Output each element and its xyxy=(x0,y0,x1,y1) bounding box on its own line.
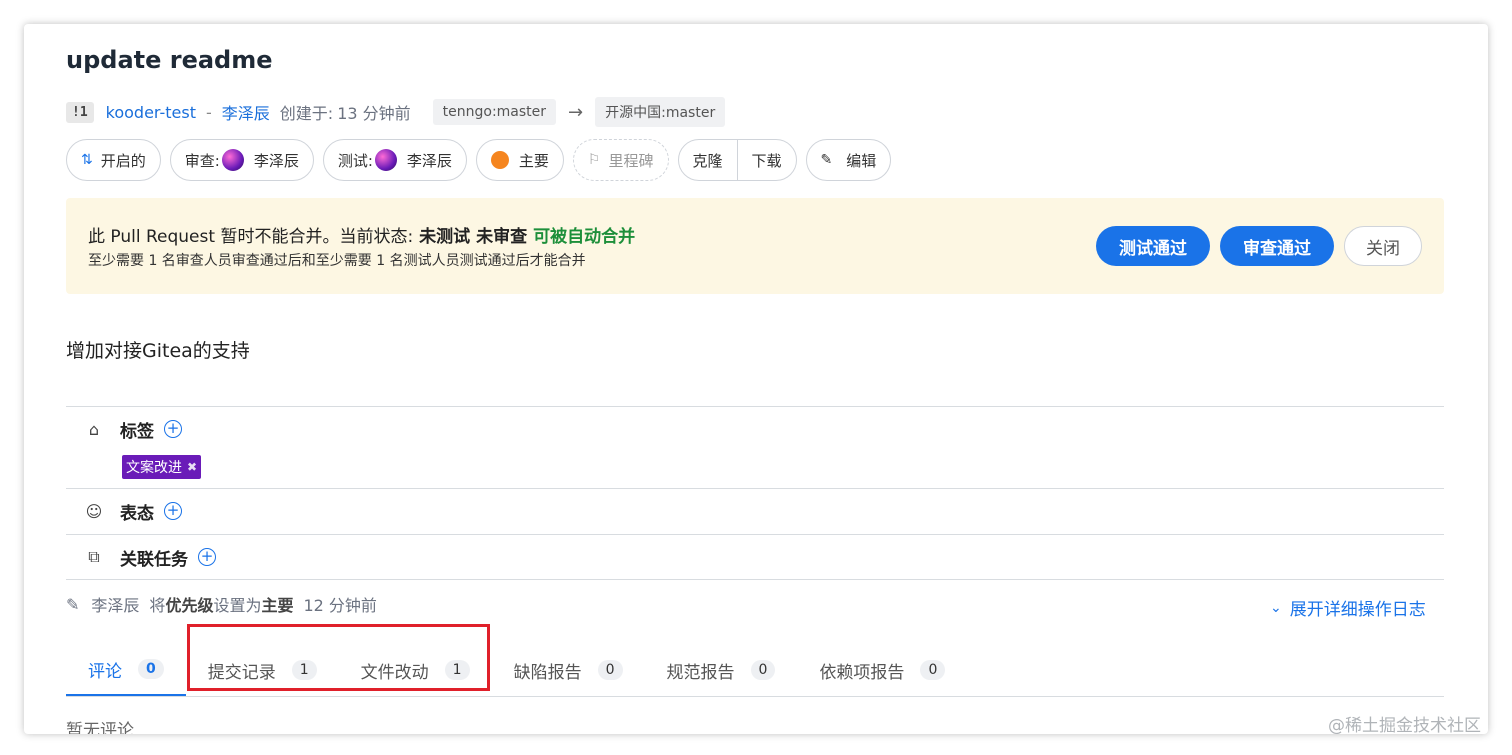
double-chevron-down-icon: ⌄ xyxy=(1270,599,1282,616)
tester-pill[interactable]: 测试: 李泽辰 xyxy=(322,139,467,181)
divider xyxy=(66,488,1444,489)
tester-name: 李泽辰 xyxy=(406,151,452,170)
label-tag[interactable]: 文案改进 ✖ xyxy=(122,455,202,479)
repo-link[interactable]: kooder-test xyxy=(106,103,196,122)
merge-requirement-text: 至少需要 1 名审查人员审查通过后和至少需要 1 名测试人员测试通过后才能合并 xyxy=(88,253,586,269)
tab-count: 0 xyxy=(138,659,164,679)
pr-page: update readme !1 kooder-test - 李泽辰 创建于: … xyxy=(24,24,1488,734)
tab-lint-reports[interactable]: 规范报告 0 xyxy=(645,644,798,696)
page-title: update readme xyxy=(66,46,273,74)
tag-icon: ⌂ xyxy=(88,419,100,439)
tab-count: 0 xyxy=(750,660,776,680)
created-time: 13 分钟前 xyxy=(337,104,411,123)
smiley-icon: ☺ xyxy=(85,501,103,521)
review-pass-button[interactable]: 审查通过 xyxy=(1220,226,1334,266)
status-auto-merge: 可被自动合并 xyxy=(533,227,636,247)
clone-download-group: 克隆 下载 xyxy=(677,139,797,181)
merge-status-prefix: 此 Pull Request 暂时不能合并。当前状态: xyxy=(88,227,414,247)
tab-label: 规范报告 xyxy=(666,662,735,683)
activity-time: 12 分钟前 xyxy=(303,596,377,615)
tab-label: 缺陷报告 xyxy=(513,662,582,683)
tab-label: 依赖项报告 xyxy=(819,662,905,683)
author-link[interactable]: 李泽辰 xyxy=(222,100,270,124)
related-tasks-title: 关联任务 xyxy=(120,549,188,570)
source-branch[interactable]: tenngo:master xyxy=(432,99,557,125)
highlight-box xyxy=(187,624,490,691)
edit-button[interactable]: ✎ 编辑 xyxy=(805,139,892,181)
tab-count: 0 xyxy=(920,660,946,680)
add-label-icon[interactable]: + xyxy=(164,420,182,438)
reviewer-avatar xyxy=(221,149,244,171)
edit-label: 编辑 xyxy=(846,151,877,170)
state-pill[interactable]: ⇅ 开启的 xyxy=(66,139,161,181)
meta-separator: - xyxy=(205,102,212,122)
activity-user[interactable]: 李泽辰 xyxy=(91,592,139,616)
target-branch[interactable]: 开源中国:master xyxy=(595,97,726,127)
divider xyxy=(66,406,1444,407)
remove-label-icon[interactable]: ✖ xyxy=(187,460,197,474)
close-pr-button[interactable]: 关闭 xyxy=(1344,226,1422,266)
activity-value: 主要 xyxy=(261,596,294,615)
tab-count: 0 xyxy=(597,660,623,680)
tester-label: 测试: xyxy=(337,151,373,170)
created-label: 创建于: xyxy=(279,104,334,123)
reactions-title: 表态 xyxy=(120,503,154,524)
pr-attribute-pills: ⇅ 开启的 审查: 李泽辰 测试: 李泽辰 主要 ⚐ 里程碑 克隆 下载 ✎ 编… xyxy=(66,139,892,181)
expand-log-link[interactable]: ⌄ 展开详细操作日志 xyxy=(1270,595,1426,621)
expand-log-label: 展开详细操作日志 xyxy=(1289,600,1426,620)
tester-avatar xyxy=(374,149,397,171)
priority-label: 主要 xyxy=(518,151,549,170)
tab-comments[interactable]: 评论 0 xyxy=(66,644,186,696)
download-button[interactable]: 下载 xyxy=(736,140,796,180)
activity-entry: ✎ 李泽辰 将 优先级 设置为 主要 12 分钟前 xyxy=(66,592,377,616)
add-reaction-icon[interactable]: + xyxy=(164,502,182,520)
status-unreviewed: 未审查 xyxy=(476,227,528,247)
add-related-task-icon[interactable]: + xyxy=(198,548,216,566)
status-untested: 未测试 xyxy=(419,227,471,247)
edit-icon: ✎ xyxy=(820,152,833,168)
reviewer-name: 李泽辰 xyxy=(253,151,299,170)
arrow-right-icon: → xyxy=(568,101,584,123)
merge-status-line: 此 Pull Request 暂时不能合并。当前状态: 未测试 未审查 可被自动合并 xyxy=(88,222,635,247)
link-icon: ⧉ xyxy=(88,547,100,566)
milestone-label: 里程碑 xyxy=(608,151,654,170)
related-tasks-section-header: ⧉ 关联任务 + xyxy=(82,544,216,570)
labels-title: 标签 xyxy=(120,421,154,442)
reactions-section-header: ☺ 表态 + xyxy=(82,498,182,524)
pencil-icon: ✎ xyxy=(66,594,80,614)
milestone-pill[interactable]: ⚐ 里程碑 xyxy=(572,139,669,181)
tabs-divider xyxy=(66,696,1444,697)
pr-description: 增加对接Gitea的支持 xyxy=(66,340,250,362)
labels-section-header: ⌂ 标签 + xyxy=(82,416,182,442)
divider xyxy=(66,534,1444,535)
activity-mid: 设置为 xyxy=(213,596,262,615)
tab-label: 评论 xyxy=(88,661,122,682)
label-tag-text: 文案改进 xyxy=(126,460,182,476)
activity-field: 优先级 xyxy=(165,596,214,615)
divider xyxy=(66,579,1444,580)
tab-dependency-reports[interactable]: 依赖项报告 0 xyxy=(797,644,967,696)
pr-number-badge: !1 xyxy=(66,101,94,123)
state-label: 开启的 xyxy=(100,151,146,170)
clone-button[interactable]: 克隆 xyxy=(679,140,737,180)
reviewer-label: 审查: xyxy=(184,151,220,170)
activity-pre: 将 xyxy=(149,596,166,615)
empty-comments-text: 暂无评论 xyxy=(66,721,134,734)
reviewer-pill[interactable]: 审查: 李泽辰 xyxy=(169,139,314,181)
priority-dot-icon xyxy=(490,151,509,169)
test-pass-button[interactable]: 测试通过 xyxy=(1096,226,1210,266)
pr-meta: !1 kooder-test - 李泽辰 创建于: 13 分钟前 tenngo:… xyxy=(66,97,726,127)
merge-status-notice: 此 Pull Request 暂时不能合并。当前状态: 未测试 未审查 可被自动合并 … xyxy=(66,198,1444,294)
tab-defect-reports[interactable]: 缺陷报告 0 xyxy=(492,644,645,696)
flag-icon: ⚐ xyxy=(587,152,601,168)
pull-request-icon: ⇅ xyxy=(81,152,93,168)
priority-pill[interactable]: 主要 xyxy=(475,139,564,181)
watermark: @稀土掘金技术社区 xyxy=(1328,716,1481,736)
